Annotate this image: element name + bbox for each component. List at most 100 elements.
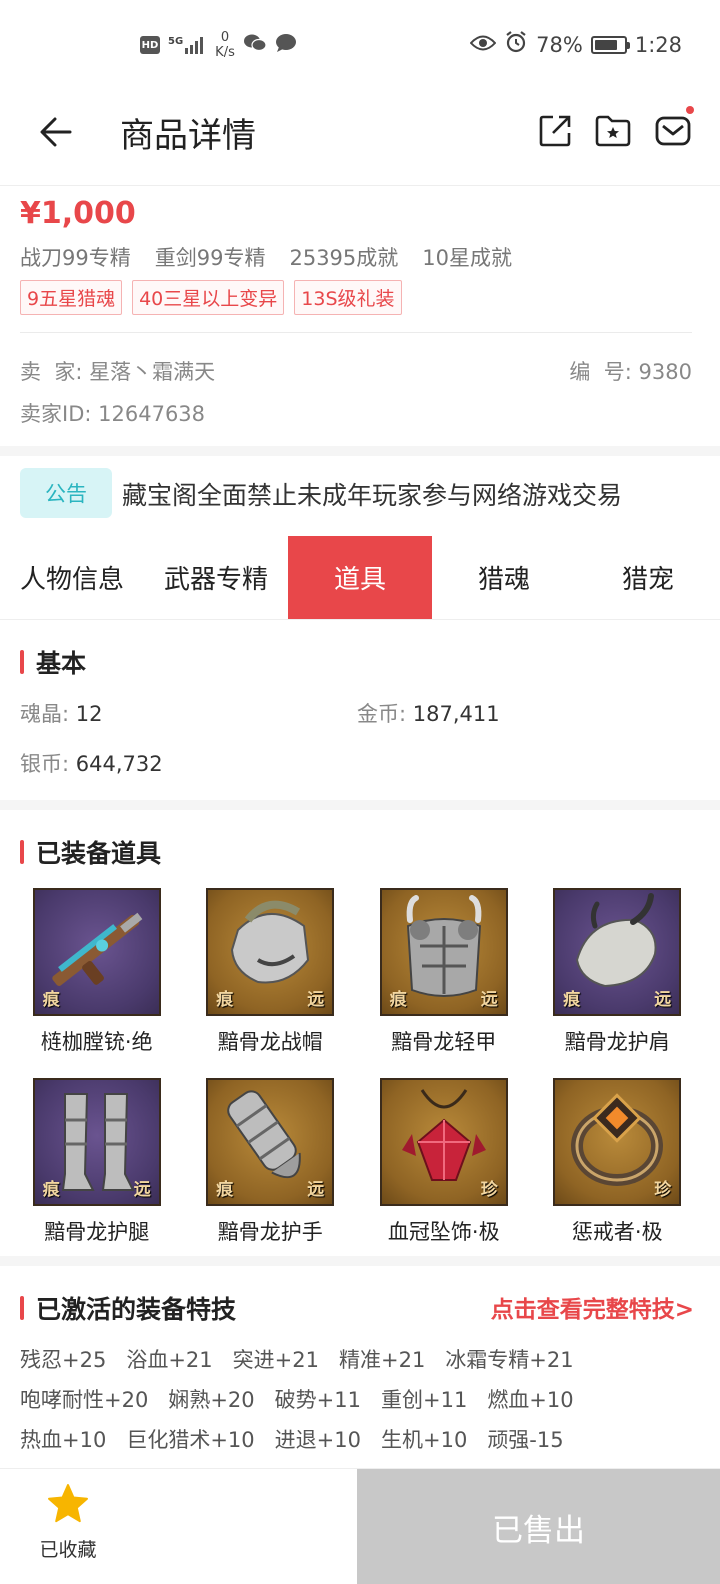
equipment-name: 黯骨龙护肩 <box>564 1030 670 1054</box>
equipment-image: 珍 <box>553 1078 682 1206</box>
hd-icon: HD <box>140 36 160 54</box>
tab-hunting-pets[interactable]: 猎宠 <box>576 536 720 619</box>
silver-row: 银币: 644,732 <box>20 748 163 778</box>
equipment-name: 黯骨龙战帽 <box>217 1030 323 1054</box>
seller-info: 卖 家: 星落丶霜满天 <box>20 356 215 386</box>
favorite-button[interactable]: 已收藏 <box>28 1483 108 1562</box>
equipment-image: 痕 远 <box>32 1078 161 1206</box>
equipment-item[interactable]: 珍 血冠坠饰·极 <box>357 1078 531 1246</box>
speed-unit: K/s <box>215 45 235 60</box>
skill-item: 突进+21 <box>232 1348 319 1372</box>
mark-right: 珍 <box>654 1180 672 1200</box>
equipment-item[interactable]: 痕 远 黯骨龙护腿 <box>10 1078 184 1246</box>
signal-icon: 5G <box>168 36 207 54</box>
skill-row: 热血+10 巨化猎术+10 进退+10 生机+10 顽强-15 <box>20 1424 564 1454</box>
skill-item: 热血+10 <box>20 1428 107 1452</box>
battery-percent: 78% <box>536 32 583 57</box>
star-icon <box>48 1484 88 1523</box>
status-left: HD 5G 0 K/s <box>140 30 297 60</box>
view-all-skills-link[interactable]: 点击查看完整特技> <box>491 1290 694 1324</box>
sold-out-button: 已售出 <box>357 1469 720 1584</box>
folder-star-icon <box>595 115 631 147</box>
equipment-name: 血冠坠饰·极 <box>387 1220 500 1244</box>
detail-tabs: 人物信息 武器专精 道具 猎魂 猎宠 <box>0 536 720 620</box>
product-subtitles: 战刀99专精 重剑99专精 25395成就 10星成就 <box>20 242 512 272</box>
equipment-item[interactable]: 痕 远 黯骨龙轻甲 <box>357 888 531 1056</box>
seller-label: 卖 家: <box>20 360 83 384</box>
battery-icon <box>590 35 630 54</box>
section-gap <box>0 446 720 456</box>
skill-item: 浴血+21 <box>126 1348 213 1372</box>
mark-right: 远 <box>480 990 498 1010</box>
basic-section-title: 基本 <box>20 644 86 680</box>
skill-item: 精准+21 <box>338 1348 426 1372</box>
seller-row: 卖 家: 星落丶霜满天 编 号: 9380 <box>20 356 692 386</box>
skill-item: 咆哮耐性+20 <box>20 1388 149 1412</box>
skill-item: 巨化猎术+10 <box>126 1428 255 1452</box>
tab-character-info[interactable]: 人物信息 <box>0 536 144 619</box>
number-label: 编 号: <box>569 360 632 384</box>
mark-right: 远 <box>307 990 325 1010</box>
battery-fill <box>594 39 617 50</box>
equipment-item[interactable]: 痕 远 黯骨龙战帽 <box>184 888 358 1056</box>
skill-item: 残忍+25 <box>20 1348 107 1372</box>
status-bar: HD 5G 0 K/s 78% 1:28 <box>0 0 720 90</box>
mark-left: 痕 <box>42 990 60 1010</box>
silver-label: 银币: <box>20 752 70 776</box>
app-header: 商品详情 <box>0 90 720 186</box>
number-value: 9380 <box>638 360 692 384</box>
tab-items[interactable]: 道具 <box>288 536 432 619</box>
product-tag: 9五星猎魂 <box>20 280 123 315</box>
mark-right: 远 <box>654 990 672 1010</box>
gold-label: 金币: <box>357 702 407 726</box>
clock: 1:28 <box>634 32 682 57</box>
subtitle-item: 10星成就 <box>422 246 513 270</box>
notice-bar[interactable]: 公告 藏宝阁全面禁止未成年玩家参与网络游戏交易 <box>0 456 720 536</box>
seller-name: 星落丶霜满天 <box>89 360 216 384</box>
product-tag: 13S级礼装 <box>294 280 402 315</box>
share-button[interactable] <box>534 110 576 152</box>
seller-id-value: 12647638 <box>98 402 206 426</box>
page-title: 商品详情 <box>120 116 256 156</box>
eye-icon <box>469 33 497 57</box>
mark-left: 痕 <box>216 990 234 1010</box>
alarm-icon <box>504 30 528 59</box>
equipment-item[interactable]: 痕 远 黯骨龙护肩 <box>531 888 705 1056</box>
tab-hunting-souls[interactable]: 猎魂 <box>432 536 576 619</box>
skill-item: 重创+11 <box>380 1388 468 1412</box>
skills-section-title: 已激活的装备特技 <box>20 1290 236 1326</box>
skill-item: 娴熟+20 <box>168 1388 255 1412</box>
equipment-image: 痕 远 <box>553 888 682 1016</box>
favorites-folder-button[interactable] <box>592 110 634 152</box>
equipment-item[interactable]: 痕 远 黯骨龙护手 <box>184 1078 358 1246</box>
price: ¥1,000 <box>20 196 136 231</box>
tab-weapon-mastery[interactable]: 武器专精 <box>144 536 288 619</box>
gold-value: 187,411 <box>412 702 500 726</box>
equipment-item[interactable]: 痕 梿枷膛铳·绝 <box>10 888 184 1056</box>
skill-item: 燃血+10 <box>487 1388 574 1412</box>
mark-left: 痕 <box>216 1180 234 1200</box>
equipment-name: 黯骨龙护腿 <box>44 1220 150 1244</box>
notice-text: 藏宝阁全面禁止未成年玩家参与网络游戏交易 <box>122 481 623 510</box>
skill-row: 残忍+25 浴血+21 突进+21 精准+21 冰霜专精+21 <box>20 1344 574 1374</box>
mail-icon <box>655 116 691 146</box>
signal-label: 5G <box>168 36 184 47</box>
soul-crystal-label: 魂晶: <box>20 702 70 726</box>
equipment-item[interactable]: 珍 惩戒者·极 <box>531 1078 705 1246</box>
silver-value: 644,732 <box>75 752 163 776</box>
share-icon <box>539 115 571 147</box>
product-tag: 40三星以上变异 <box>132 280 285 315</box>
mark-right: 远 <box>133 1180 151 1200</box>
mark-right: 远 <box>307 1180 325 1200</box>
equipment-image: 痕 远 <box>379 888 508 1016</box>
section-gap <box>0 1256 720 1266</box>
back-button[interactable] <box>34 110 78 154</box>
favorite-label: 已收藏 <box>39 1539 97 1561</box>
equipped-section-title: 已装备道具 <box>20 834 161 870</box>
section-gap <box>0 800 720 810</box>
seller-id-label: 卖家ID: <box>20 402 92 426</box>
product-summary: ¥1,000 战刀99专精 重剑99专精 25395成就 10星成就 9五星猎魂… <box>0 186 720 446</box>
soul-crystal-row: 魂晶: 12 <box>20 698 103 728</box>
messages-button[interactable] <box>652 106 694 152</box>
arrow-left-icon <box>40 117 72 147</box>
